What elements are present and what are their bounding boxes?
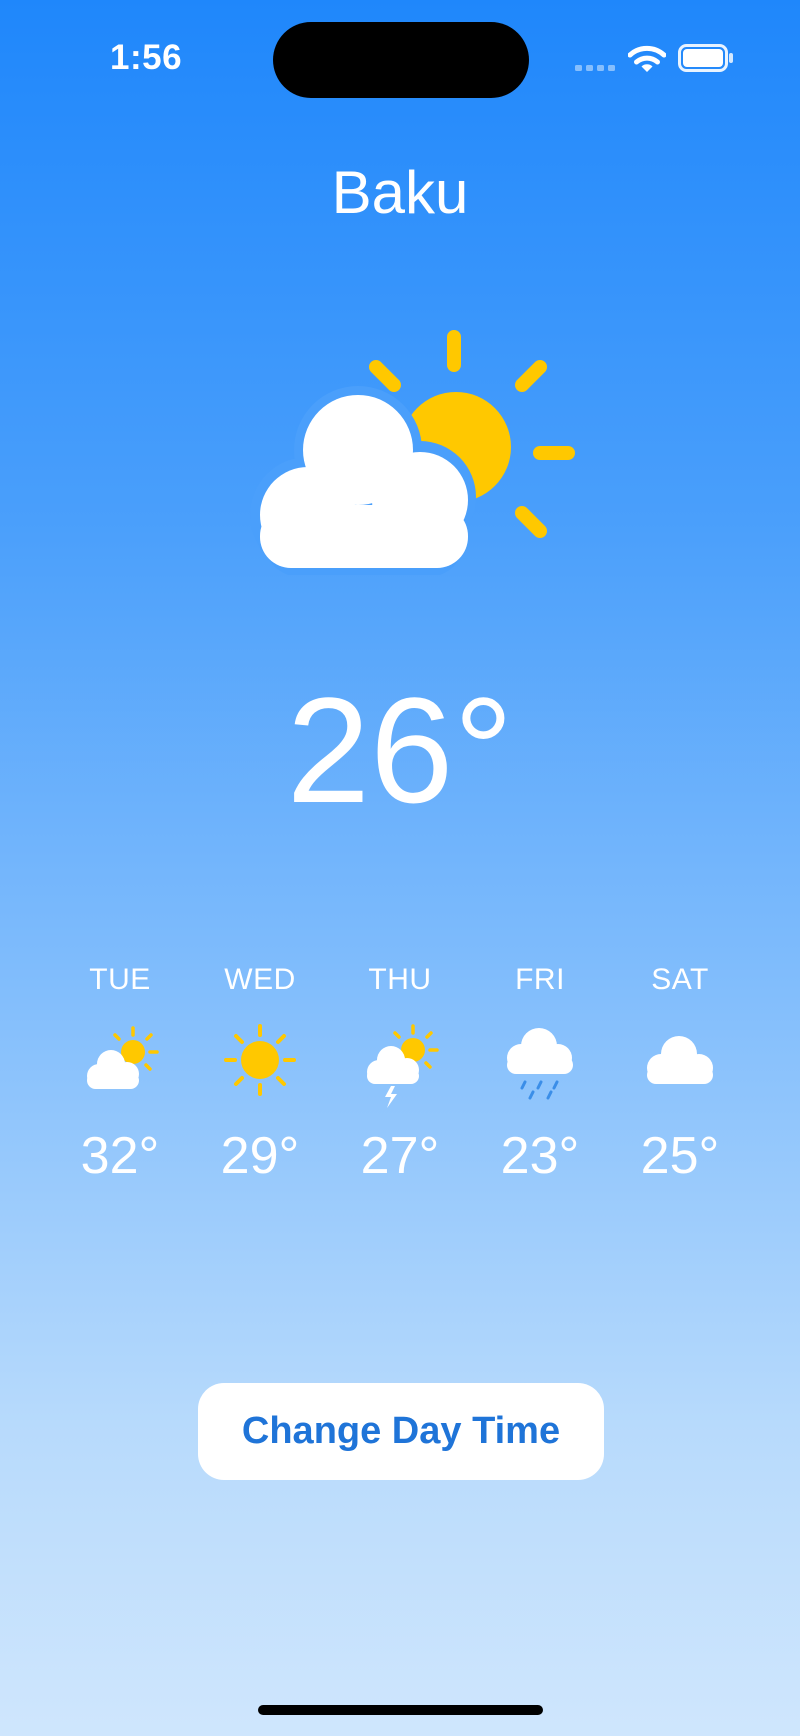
cloud-icon [647,1036,713,1084]
sun-icon [224,1024,296,1096]
cellular-signal-icon [575,65,615,71]
rain-cloud-icon [507,1028,573,1100]
forecast-day-name: WED [224,963,296,996]
forecast-day-temp: 23° [500,1127,580,1185]
dynamic-island [273,22,529,98]
forecast-day: SAT 25° [610,960,750,1200]
forecast-day-name: SAT [651,963,709,996]
forecast-day-temp: 27° [360,1127,440,1185]
current-temperature: 26° [0,670,800,830]
partly-sunny-cloud-icon [250,330,575,575]
status-time: 1:56 [110,38,183,77]
forecast-day-temp: 25° [640,1127,720,1185]
wifi-icon [628,45,666,72]
forecast-row: TUE 32° WED 29° THU 27° FRI 23° SAT 25° [50,960,750,1200]
forecast-day-temp: 29° [220,1127,300,1185]
city-name: Baku [331,159,469,226]
forecast-day: TUE 32° [50,960,190,1200]
forecast-day: WED 29° [190,960,330,1200]
home-indicator[interactable] [258,1705,543,1715]
forecast-day-name: FRI [515,963,565,996]
forecast-day-name: TUE [89,963,151,996]
forecast-day: FRI 23° [470,960,610,1200]
status-bar: 1:56 [0,0,800,120]
partly-cloudy-icon [87,1026,159,1089]
current-temperature-value: 26° [286,666,514,834]
forecast-day-temp: 32° [80,1127,160,1185]
battery-icon [678,44,733,72]
forecast-day-name: THU [368,963,432,996]
thunderstorm-sun-icon [367,1024,439,1108]
forecast-day: THU 27° [330,960,470,1200]
change-day-time-button[interactable]: Change Day Time [198,1383,604,1480]
